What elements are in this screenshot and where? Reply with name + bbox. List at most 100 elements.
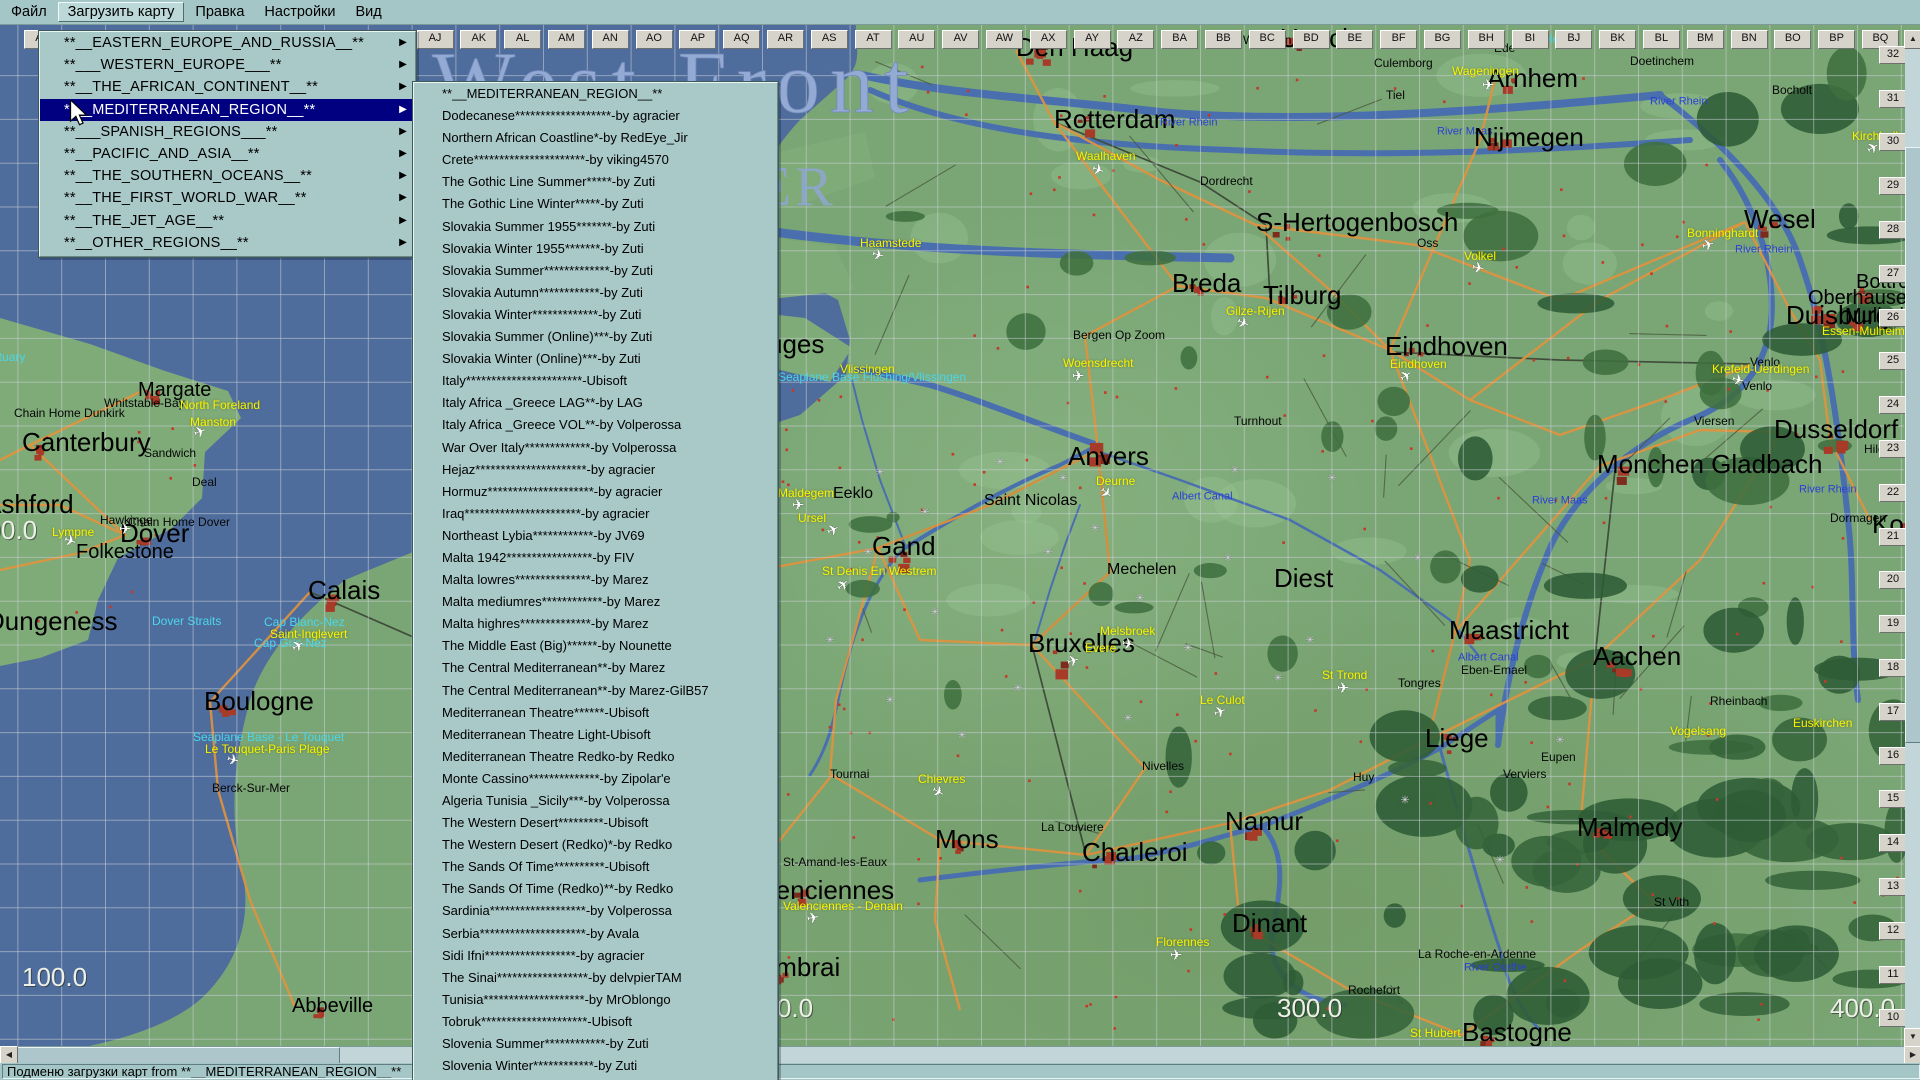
grid-column-AT[interactable]: AT bbox=[855, 30, 892, 49]
map-menu-item-41[interactable]: Tunisia********************-by MrOblongo bbox=[414, 989, 777, 1011]
grid-column-AO[interactable]: AO bbox=[636, 30, 673, 49]
map-menu-item-27[interactable]: The Central Mediterranean**-by Marez-Gil… bbox=[414, 680, 777, 702]
grid-column-BK[interactable]: BK bbox=[1599, 30, 1636, 49]
map-menu-item-38[interactable]: Serbia*********************-by Avala bbox=[414, 923, 777, 945]
region-menu-item-9[interactable]: **__OTHER_REGIONS__**▶ bbox=[40, 232, 415, 254]
grid-column-BG[interactable]: BG bbox=[1424, 30, 1461, 49]
region-menu-item-0[interactable]: **__EASTERN_EUROPE_AND_RUSSIA__**▶ bbox=[40, 32, 415, 54]
region-menu-item-5[interactable]: **__PACIFIC_AND_ASIA__**▶ bbox=[40, 143, 415, 165]
map-menu-item-16[interactable]: War Over Italy*************-by Volpeross… bbox=[414, 437, 777, 459]
grid-column-BM[interactable]: BM bbox=[1687, 30, 1724, 49]
map-menu-item-23[interactable]: Malta mediumres************-by Marez bbox=[414, 591, 777, 613]
map-menu-item-8[interactable]: Slovakia Summer*************-by Zuti bbox=[414, 260, 777, 282]
map-menu-item-20[interactable]: Northeast Lybia************-by JV69 bbox=[414, 525, 777, 547]
map-menu-item-43[interactable]: Slovenia Summer************-by Zuti bbox=[414, 1033, 777, 1055]
map-menu-item-22[interactable]: Malta lowres***************-by Marez bbox=[414, 569, 777, 591]
grid-column-AR[interactable]: AR bbox=[767, 30, 804, 49]
grid-column-AQ[interactable]: AQ bbox=[723, 30, 760, 49]
grid-column-AS[interactable]: AS bbox=[811, 30, 848, 49]
grid-column-AU[interactable]: AU bbox=[898, 30, 935, 49]
grid-column-BO[interactable]: BO bbox=[1774, 30, 1811, 49]
map-menu-item-12[interactable]: Slovakia Winter (Online)***-by Zuti bbox=[414, 348, 777, 370]
grid-column-AY[interactable]: AY bbox=[1074, 30, 1111, 49]
map-menu-item-1[interactable]: Dodecanese*******************-by agracie… bbox=[414, 105, 777, 127]
menubar-item-2[interactable]: Правка bbox=[186, 3, 253, 21]
map-menu-item-26[interactable]: The Central Mediterranean**-by Marez bbox=[414, 657, 777, 679]
vertical-scrollbar-thumb[interactable] bbox=[1905, 147, 1920, 743]
map-menu-item-3[interactable]: Crete**********************-by viking457… bbox=[414, 149, 777, 171]
grid-column-AJ[interactable]: AJ bbox=[417, 30, 454, 49]
map-menu-item-24[interactable]: Malta highres**************-by Marez bbox=[414, 613, 777, 635]
region-menu-item-8[interactable]: **__THE_JET_AGE__**▶ bbox=[40, 210, 415, 232]
map-menu-item-2[interactable]: Northern African Coastline*-by RedEye_Ji… bbox=[414, 127, 777, 149]
map-menu-item-21[interactable]: Malta 1942*****************-by FIV bbox=[414, 547, 777, 569]
grid-column-BN[interactable]: BN bbox=[1731, 30, 1768, 49]
scroll-down-button[interactable]: ▼ bbox=[1904, 1028, 1920, 1047]
map-menu-item-4[interactable]: The Gothic Line Summer*****-by Zuti bbox=[414, 171, 777, 193]
grid-column-AP[interactable]: AP bbox=[679, 30, 716, 49]
map-menu-item-19[interactable]: Iraq***********************-by agracier bbox=[414, 503, 777, 525]
map-menu-item-37[interactable]: Sardinia*******************-by Volpeross… bbox=[414, 900, 777, 922]
map-menu-item-40[interactable]: The Sinai******************-by delvpierT… bbox=[414, 967, 777, 989]
horizontal-scrollbar-thumb[interactable] bbox=[16, 1047, 340, 1064]
map-menu-item-13[interactable]: Italy***********************-Ubisoft bbox=[414, 370, 777, 392]
map-menu-item-25[interactable]: The Middle East (Big)******-by Nounette bbox=[414, 635, 777, 657]
map-menu-item-10[interactable]: Slovakia Winter*************-by Zuti bbox=[414, 304, 777, 326]
map-menu-item-31[interactable]: Monte Cassino**************-by Zipolar'e bbox=[414, 768, 777, 790]
map-menu-item-0[interactable]: **__MEDITERRANEAN_REGION__** bbox=[414, 83, 777, 105]
grid-column-BJ[interactable]: BJ bbox=[1555, 30, 1592, 49]
map-menu-item-11[interactable]: Slovakia Summer (Online)***-by Zuti bbox=[414, 326, 777, 348]
menubar-item-0[interactable]: Файл bbox=[2, 3, 56, 21]
grid-row-31: 31 bbox=[1879, 90, 1907, 108]
map-menu-item-9[interactable]: Slovakia Autumn************-by Zuti bbox=[414, 282, 777, 304]
grid-column-AL[interactable]: AL bbox=[504, 30, 541, 49]
scroll-up-button[interactable]: ▲ bbox=[1904, 30, 1920, 49]
map-menu-item-7[interactable]: Slovakia Winter 1955*******-by Zuti bbox=[414, 238, 777, 260]
grid-column-BI[interactable]: BI bbox=[1512, 30, 1549, 49]
map-menu-item-5[interactable]: The Gothic Line Winter*****-by Zuti bbox=[414, 193, 777, 215]
map-menu-item-32[interactable]: Algeria Tunisia _Sicily***-by Volperossa bbox=[414, 790, 777, 812]
grid-column-BB[interactable]: BB bbox=[1205, 30, 1242, 49]
menubar-item-3[interactable]: Настройки bbox=[255, 3, 344, 21]
grid-column-BL[interactable]: BL bbox=[1643, 30, 1680, 49]
map-menu-item-33[interactable]: The Western Desert*********-Ubisoft bbox=[414, 812, 777, 834]
map-menu-item-18[interactable]: Hormuz*********************-by agracier bbox=[414, 481, 777, 503]
map-menu-item-36[interactable]: The Sands Of Time (Redko)**-by Redko bbox=[414, 878, 777, 900]
grid-column-AV[interactable]: AV bbox=[942, 30, 979, 49]
grid-column-AK[interactable]: AK bbox=[460, 30, 497, 49]
region-menu-item-6[interactable]: **__THE_SOUTHERN_OCEANS__**▶ bbox=[40, 165, 415, 187]
grid-column-AZ[interactable]: AZ bbox=[1117, 30, 1154, 49]
menubar-item-4[interactable]: Вид bbox=[347, 3, 391, 21]
grid-column-AN[interactable]: AN bbox=[592, 30, 629, 49]
map-menu-item-6[interactable]: Slovakia Summer 1955*******-by Zuti bbox=[414, 216, 777, 238]
grid-column-BD[interactable]: BD bbox=[1293, 30, 1330, 49]
grid-column-BC[interactable]: BC bbox=[1249, 30, 1286, 49]
grid-column-BF[interactable]: BF bbox=[1380, 30, 1417, 49]
map-menu-item-39[interactable]: Sidi Ifni******************-by agracier bbox=[414, 945, 777, 967]
region-menu-item-4[interactable]: **___SPANISH_REGIONS___**▶ bbox=[40, 121, 415, 143]
map-menu-item-42[interactable]: Tobruk*********************-Ubisoft bbox=[414, 1011, 777, 1033]
grid-column-BP[interactable]: BP bbox=[1818, 30, 1855, 49]
grid-column-AX[interactable]: AX bbox=[1030, 30, 1067, 49]
map-menu-item-28[interactable]: Mediterranean Theatre******-Ubisoft bbox=[414, 702, 777, 724]
grid-column-BH[interactable]: BH bbox=[1468, 30, 1505, 49]
region-menu-item-2[interactable]: **__THE_AFRICAN_CONTINENT__**▶ bbox=[40, 76, 415, 98]
region-menu-item-3[interactable]: **__MEDITERRANEAN_REGION__**▶ bbox=[40, 99, 415, 121]
region-menu-item-7[interactable]: **__THE_FIRST_WORLD_WAR__**▶ bbox=[40, 187, 415, 209]
menubar-item-1[interactable]: Загрузить карту bbox=[58, 2, 185, 22]
map-menu-item-17[interactable]: Hejaz**********************-by agracier bbox=[414, 459, 777, 481]
grid-column-BE[interactable]: BE bbox=[1336, 30, 1373, 49]
map-menu-item-34[interactable]: The Western Desert (Redko)*-by Redko bbox=[414, 834, 777, 856]
grid-column-AM[interactable]: AM bbox=[548, 30, 585, 49]
map-menu-item-35[interactable]: The Sands Of Time**********-Ubisoft bbox=[414, 856, 777, 878]
region-menu-item-1[interactable]: **___WESTERN_EUROPE___**▶ bbox=[40, 54, 415, 76]
submenu-arrow-icon: ▶ bbox=[399, 76, 407, 98]
grid-column-AW[interactable]: AW bbox=[986, 30, 1023, 49]
menu-bar: ФайлЗагрузить картуПравкаНастройкиВид bbox=[0, 0, 1920, 25]
map-menu-item-29[interactable]: Mediterranean Theatre Light-Ubisoft bbox=[414, 724, 777, 746]
map-menu-item-44[interactable]: Slovenia Winter************-by Zuti bbox=[414, 1055, 777, 1077]
map-menu-item-30[interactable]: Mediterranean Theatre Redko-by Redko bbox=[414, 746, 777, 768]
map-menu-item-14[interactable]: Italy Africa _Greece LAG**-by LAG bbox=[414, 392, 777, 414]
grid-column-BA[interactable]: BA bbox=[1161, 30, 1198, 49]
map-menu-item-15[interactable]: Italy Africa _Greece VOL**-by Volperossa bbox=[414, 414, 777, 436]
